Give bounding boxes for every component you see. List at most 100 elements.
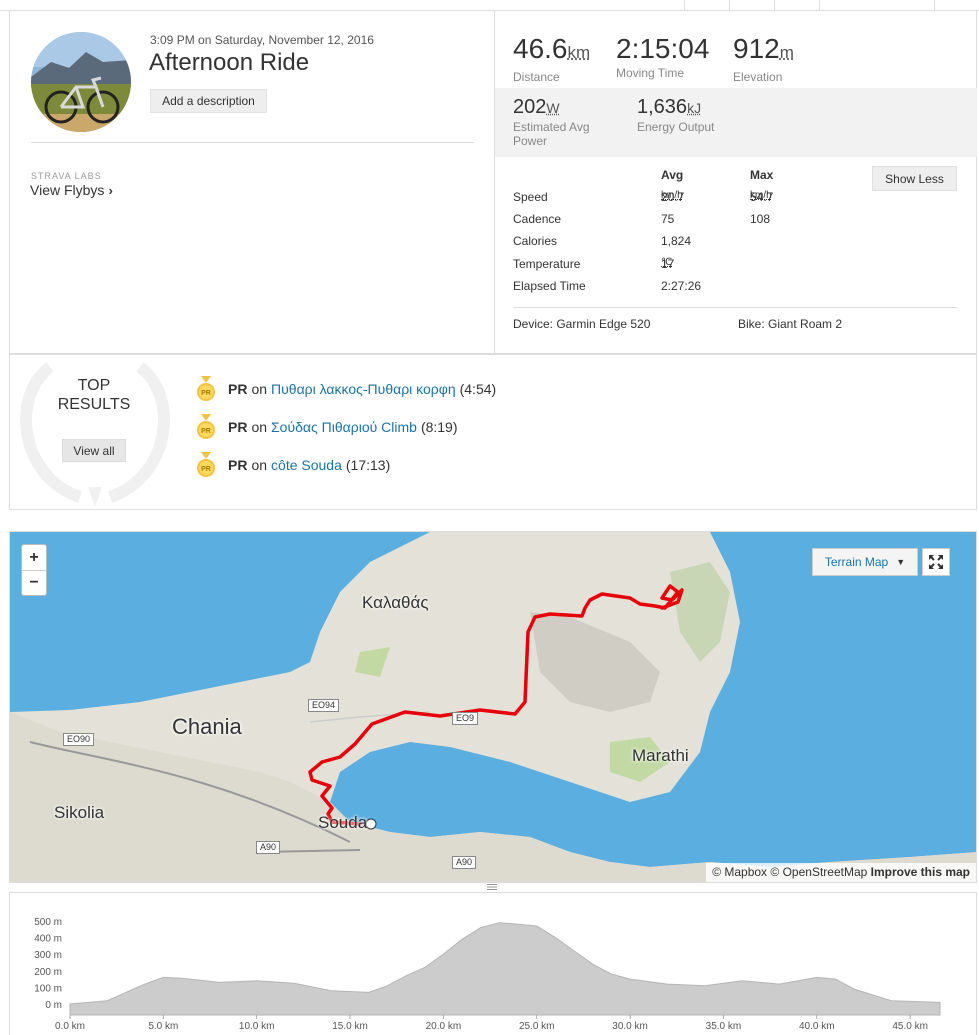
row-avg-unit: km/h (661, 190, 683, 201)
segment-link[interactable]: Σούδας Πιθαριού Climb (271, 419, 417, 435)
improve-map-link[interactable]: Improve this map (871, 865, 970, 879)
y-tick-label: 100 m (34, 983, 62, 994)
x-tick-label: 5.0 km (148, 1021, 178, 1032)
x-tick-label: 0.0 km (55, 1021, 85, 1032)
activity-summary: 3:09 PM on Saturday, November 12, 2016 A… (9, 11, 977, 354)
power-label: Estimated Avg Power (513, 120, 590, 148)
elevation-unit: m (779, 43, 794, 62)
stats-row-temperature: Temperature 17 ℃ (513, 257, 863, 275)
x-tick-label: 25.0 km (519, 1021, 555, 1032)
pr-on: on (251, 457, 268, 473)
map-label-chania: Chania (172, 714, 242, 739)
caret-down-icon: ▼ (896, 557, 906, 567)
power-value: 202 (513, 96, 547, 118)
power-unit: W (546, 100, 560, 116)
top-strip-tab[interactable] (729, 0, 774, 11)
pr-prefix: PR (228, 457, 248, 473)
row-label: Speed (513, 190, 548, 204)
segment-link[interactable]: côte Souda (271, 457, 342, 473)
pr-item: PR PR on côte Souda (17:13) (196, 452, 390, 478)
pr-medal-icon: PR (197, 376, 215, 401)
zoom-out-button[interactable]: − (22, 570, 46, 595)
top-strip-tab[interactable] (684, 0, 729, 11)
pr-prefix: PR (228, 381, 248, 397)
elevation-chart[interactable]: 500 m 400 m 300 m 200 m 100 m 0 m 0.0 km 5.0 km… (10, 893, 978, 1035)
view-all-button[interactable]: View all (62, 439, 126, 462)
pr-medal-label: PR (201, 428, 211, 435)
view-flybys-label: View Flybys (30, 182, 105, 198)
top-strip-tab[interactable] (774, 0, 819, 11)
pr-item: PR PR on Σούδας Πιθαριού Climb (8:19) (196, 414, 458, 440)
moving-time-value: 2:15:04 (616, 33, 710, 64)
road-shield: EO90 (63, 733, 95, 746)
resize-handle-icon[interactable] (487, 884, 497, 890)
pr-time: (4:54) (459, 381, 497, 397)
map-type-dropdown[interactable]: Terrain Map ▼ (812, 548, 918, 576)
pr-medal-label: PR (201, 466, 211, 473)
pr-medal-icon: PR (197, 452, 215, 477)
pr-item: PR PR on Πυθαρι λακκος-Πυθαρι κορφη (4:5… (196, 376, 496, 402)
road-shield: EO9 (452, 712, 479, 725)
route-line (308, 584, 684, 830)
x-tick-label: 10.0 km (239, 1021, 275, 1032)
y-tick-label: 300 m (34, 950, 62, 961)
fullscreen-button[interactable] (922, 548, 950, 576)
show-less-button[interactable]: Show Less (872, 166, 957, 191)
max-header: Max (750, 168, 774, 182)
top-results-title-line2: RESULTS (57, 396, 131, 413)
elevation-value: 912 (733, 33, 780, 64)
chevron-right-icon: › (108, 183, 113, 198)
stat-distance: 46.6km Distance (513, 33, 590, 84)
segment-link[interactable]: Πυθαρι λακκος-Πυθαρι κορφη (271, 381, 456, 397)
x-tick-label: 35.0 km (706, 1021, 742, 1032)
map-label-marathi: Marathi (632, 746, 689, 765)
pr-medal-label: PR (201, 390, 211, 397)
map-label-sikolia: Sikolia (54, 803, 105, 822)
view-flybys-link[interactable]: View Flybys › (30, 182, 113, 198)
stat-elevation: 912m Elevation (733, 33, 794, 84)
row-avg: 1,824 (661, 234, 692, 248)
energy-value: 1,636 (637, 96, 688, 118)
avatar[interactable] (31, 32, 131, 132)
row-label: Temperature (513, 257, 581, 271)
stats-row-elapsed: Elapsed Time 2:27:26 (513, 279, 863, 297)
bike-info: Bike: Giant Roam 2 (738, 317, 843, 331)
moving-time-label: Moving Time (616, 66, 685, 80)
elevation-profile[interactable]: 500 m 400 m 300 m 200 m 100 m 0 m 0.0 km 5.0 km… (9, 892, 977, 1035)
activity-timestamp: 3:09 PM on Saturday, November 12, 2016 (150, 33, 374, 47)
right-divider (513, 307, 957, 308)
map-label-kalathas: Καλαθάς (362, 593, 429, 612)
row-label: Cadence (513, 212, 562, 226)
top-results-title-line1: TOP (77, 377, 111, 394)
row-label: Calories (513, 234, 558, 248)
row-avg-unit: ℃ (661, 257, 673, 268)
osm-link[interactable]: © OpenStreetMap (770, 865, 867, 879)
top-results-panel: TOP RESULTS View all PR PR on Πυθαρι λακ… (9, 354, 977, 510)
map-label-souda: Souda (318, 813, 368, 832)
top-strip-tab[interactable] (934, 0, 979, 11)
stats-row-cadence: Cadence 75 108 (513, 212, 863, 230)
pr-time: (8:19) (420, 419, 458, 435)
x-tick-label: 15.0 km (332, 1021, 368, 1032)
activity-title: Afternoon Ride (149, 49, 310, 76)
elevation-label: Elevation (733, 70, 783, 84)
zoom-in-button[interactable]: + (22, 545, 46, 570)
pr-prefix: PR (228, 419, 248, 435)
elevation-area (69, 922, 941, 1016)
mapbox-link[interactable]: © Mapbox (712, 865, 767, 879)
pr-time: (17:13) (345, 457, 391, 473)
stat-moving-time: 2:15:04 Moving Time (616, 33, 709, 80)
x-tick-label: 20.0 km (426, 1021, 462, 1032)
strava-labs-label: STRAVA LABS (31, 171, 102, 181)
stats-row-calories: Calories 1,824 (513, 234, 863, 252)
map-attribution: © Mapbox © OpenStreetMap Improve this ma… (706, 863, 976, 882)
y-tick-label: 500 m (34, 917, 62, 928)
top-strip-tab[interactable] (819, 0, 934, 11)
route-map[interactable]: Καλαθάς Chania Sikolia Souda Marathi EO9… (9, 531, 977, 883)
bike-photo (31, 32, 131, 132)
x-tick-label: 40.0 km (799, 1021, 835, 1032)
top-strip (0, 0, 979, 11)
zoom-control: + − (21, 544, 47, 596)
add-description-button[interactable]: Add a description (150, 89, 267, 113)
x-tick-label: 30.0 km (612, 1021, 648, 1032)
